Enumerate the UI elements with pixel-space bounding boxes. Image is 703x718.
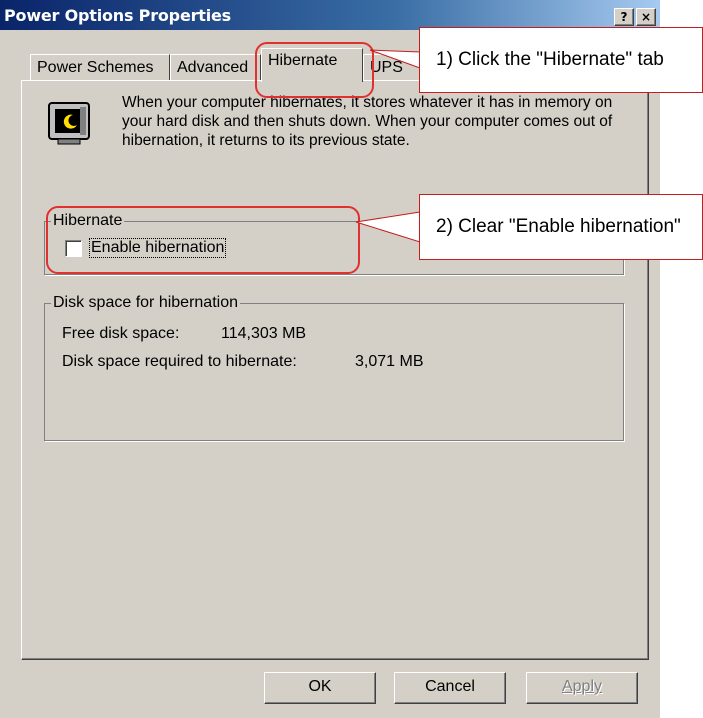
step1-callout: 1) Click the "Hibernate" tab (419, 27, 703, 93)
callout-pointers (355, 49, 421, 243)
step2-callout: 2) Clear "Enable hibernation" (419, 194, 703, 260)
